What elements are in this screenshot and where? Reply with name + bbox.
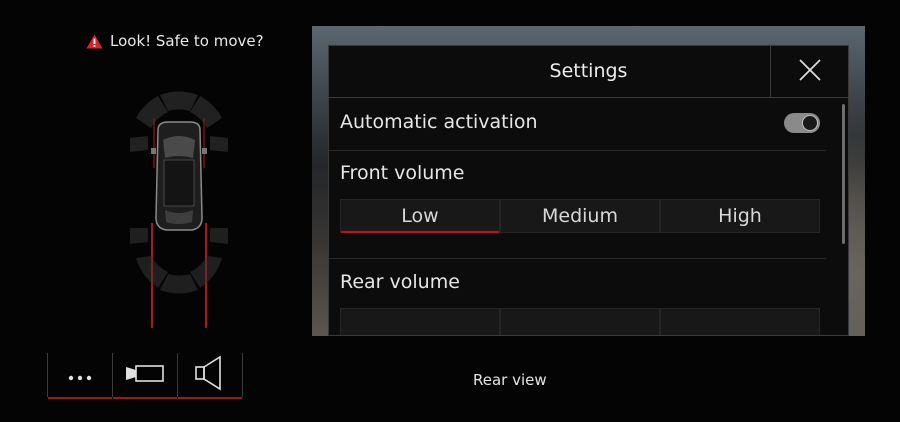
front-volume-low-button[interactable]: Low	[340, 199, 500, 233]
warning-text: Look! Safe to move?	[110, 32, 264, 50]
rear-volume-label: Rear volume	[340, 271, 460, 293]
parking-screen: Look! Safe to move? Settings Automatic a…	[0, 0, 900, 422]
rear-volume-high-button[interactable]	[660, 308, 820, 335]
front-volume-label: Front volume	[340, 162, 465, 184]
front-volume-high-button[interactable]: High	[660, 199, 820, 233]
settings-scrollbar[interactable]	[842, 104, 845, 244]
divider	[329, 258, 826, 259]
close-button[interactable]	[770, 46, 848, 97]
camera-icon	[125, 362, 165, 388]
car-top-view	[130, 91, 228, 328]
front-volume-medium-button[interactable]: Medium	[500, 199, 660, 233]
warning-message: Look! Safe to move?	[86, 32, 264, 50]
more-dots-icon	[68, 366, 92, 385]
camera-button[interactable]	[112, 353, 178, 399]
divider	[329, 150, 826, 151]
sound-button[interactable]	[177, 353, 243, 399]
settings-title: Settings	[549, 60, 628, 82]
close-icon	[798, 58, 822, 86]
speaker-icon	[194, 355, 226, 395]
automatic-activation-toggle[interactable]	[784, 113, 820, 133]
front-volume-selector: Low Medium High	[340, 199, 820, 233]
rear-volume-low-button[interactable]	[340, 308, 500, 335]
toggle-knob	[802, 115, 818, 131]
automatic-activation-label: Automatic activation	[340, 111, 538, 133]
parking-sensor-visual	[118, 78, 248, 338]
settings-header: Settings	[329, 46, 848, 98]
rear-view-label[interactable]: Rear view	[473, 371, 547, 389]
rear-volume-selector	[340, 308, 820, 335]
more-button[interactable]	[47, 353, 113, 399]
settings-dialog: Settings Automatic activation Front volu…	[328, 45, 849, 336]
warning-triangle-icon	[86, 34, 103, 49]
bottom-toolbar	[47, 353, 243, 399]
rear-volume-medium-button[interactable]	[500, 308, 660, 335]
